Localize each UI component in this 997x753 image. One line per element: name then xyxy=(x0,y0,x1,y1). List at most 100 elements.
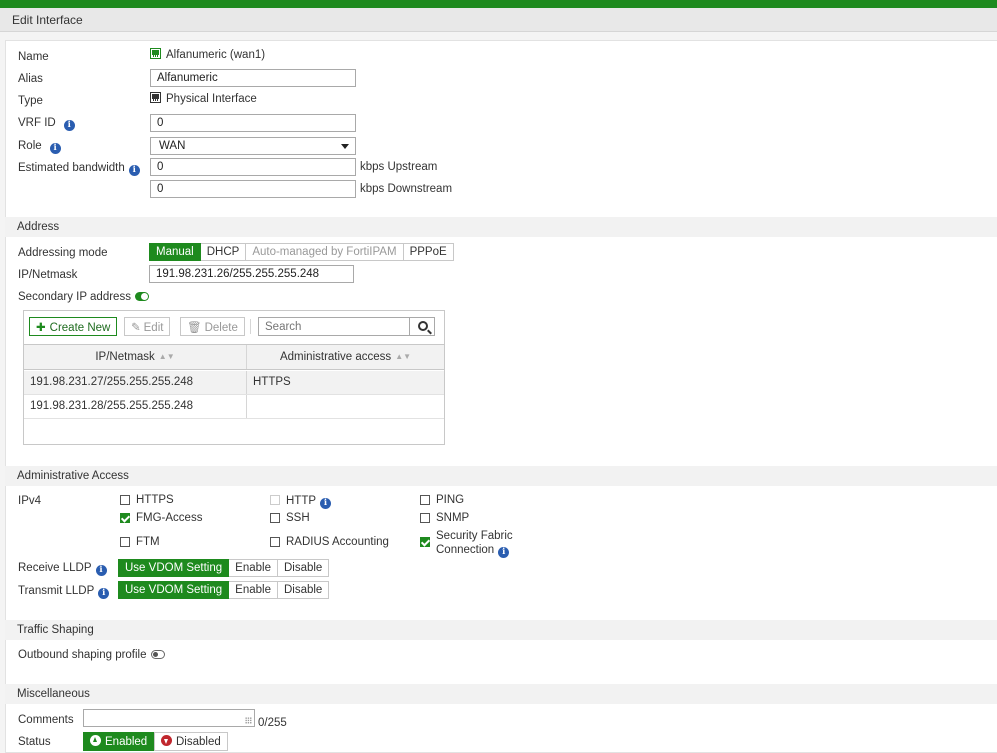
info-icon[interactable]: i xyxy=(63,120,75,131)
outbound-shaping-toggle[interactable] xyxy=(150,650,165,659)
sort-icon: ▲▼ xyxy=(158,352,175,361)
ftm-label: FTM xyxy=(136,536,160,548)
role-label-text: Role xyxy=(18,140,42,152)
transmit-lldp-selector: Use VDOM Setting Enable Disable xyxy=(118,581,330,599)
ftm-checkbox[interactable] xyxy=(120,537,130,547)
ping-checkbox[interactable] xyxy=(420,495,430,505)
top-accent-bar xyxy=(0,0,997,8)
info-icon[interactable]: i xyxy=(98,588,110,599)
addressing-mode-selector: Manual DHCP Auto-managed by FortiIPAM PP… xyxy=(149,243,454,261)
traffic-shaping-section-header: Traffic Shaping xyxy=(5,620,997,640)
ip-netmask-input[interactable] xyxy=(149,265,354,283)
secondary-ip-toggle[interactable] xyxy=(134,292,149,301)
status-disabled-label: Disabled xyxy=(176,736,221,748)
arrow-up-circle-icon xyxy=(90,735,101,746)
edit-button[interactable]: ✎ Edit xyxy=(124,317,171,336)
info-icon[interactable]: i xyxy=(498,547,510,558)
type-text: Physical Interface xyxy=(166,93,257,105)
mode-manual[interactable]: Manual xyxy=(149,243,201,261)
receive-lldp-vdom[interactable]: Use VDOM Setting xyxy=(118,559,230,577)
column-header-ip[interactable]: IP/Netmask ▲▼ xyxy=(24,345,246,369)
table-row[interactable]: 191.98.231.28/255.255.255.248 xyxy=(24,395,444,419)
alias-input[interactable] xyxy=(150,69,356,87)
bandwidth-label: Estimated bandwidth i xyxy=(18,162,140,176)
vrf-label: VRF ID i xyxy=(18,117,75,131)
column-header-access[interactable]: Administrative access ▲▼ xyxy=(247,345,444,369)
info-icon[interactable]: i xyxy=(95,565,107,576)
security-fabric-checkbox[interactable] xyxy=(420,537,430,547)
status-disabled-button[interactable]: Disabled xyxy=(154,732,228,751)
fmg-access-checkbox[interactable] xyxy=(120,513,130,523)
upstream-input[interactable] xyxy=(150,158,356,176)
bandwidth-label-text: Estimated bandwidth xyxy=(18,162,125,174)
row-access xyxy=(247,395,259,418)
row-ip: 191.98.231.27/255.255.255.248 xyxy=(30,376,194,388)
search-button[interactable] xyxy=(409,317,435,336)
chevron-down-icon xyxy=(341,144,349,149)
receive-lldp-enable[interactable]: Enable xyxy=(229,559,278,577)
name-label: Name xyxy=(18,51,49,63)
downstream-unit: kbps Downstream xyxy=(360,183,453,195)
name-value: Alfanumeric (wan1) xyxy=(150,48,265,61)
radius-accounting-checkbox[interactable] xyxy=(270,537,280,547)
ipv4-label: IPv4 xyxy=(18,495,42,507)
ssh-checkbox[interactable] xyxy=(270,513,280,523)
status-enabled-label: Enabled xyxy=(105,736,148,748)
delete-button[interactable]: 🗑 Delete xyxy=(180,317,245,336)
https-checkbox[interactable] xyxy=(120,495,130,505)
info-icon[interactable]: i xyxy=(128,165,140,176)
table-header: IP/Netmask ▲▼ Administrative access ▲▼ xyxy=(24,344,444,370)
role-label: Role i xyxy=(18,140,61,154)
http-checkbox[interactable] xyxy=(270,495,280,505)
ping-label: PING xyxy=(436,494,465,506)
receive-lldp-disable[interactable]: Disable xyxy=(277,559,330,577)
comments-label: Comments xyxy=(18,714,74,726)
snmp-label: SNMP xyxy=(436,512,470,524)
role-select[interactable]: WAN xyxy=(150,137,356,155)
secondary-ip-label-text: Secondary IP address xyxy=(18,291,131,303)
status-label: Status xyxy=(18,736,51,748)
transmit-lldp-label: Transmit LLDP i xyxy=(18,585,110,599)
create-new-label: Create New xyxy=(49,322,111,334)
admin-access-section-header: Administrative Access xyxy=(5,466,997,486)
comments-counter: 0/255 xyxy=(258,717,287,729)
plus-icon: ✚ xyxy=(36,322,46,334)
edit-label: Edit xyxy=(143,322,164,334)
transmit-lldp-vdom[interactable]: Use VDOM Setting xyxy=(118,581,230,599)
snmp-checkbox[interactable] xyxy=(420,513,430,523)
table-row[interactable]: 191.98.231.27/255.255.255.248 HTTPS xyxy=(24,371,444,395)
outbound-shaping-label: Outbound shaping profile xyxy=(18,649,165,661)
create-new-button[interactable]: ✚ Create New xyxy=(29,317,118,336)
security-fabric-line2: Connection xyxy=(436,544,495,556)
radius-accounting-label: RADIUS Accounting xyxy=(286,536,389,548)
alias-label: Alias xyxy=(18,73,43,85)
status-enabled-button[interactable]: Enabled xyxy=(83,732,155,751)
trash-icon: 🗑 xyxy=(187,322,202,334)
pencil-icon: ✎ xyxy=(131,322,141,334)
mode-pppoe[interactable]: PPPoE xyxy=(403,243,454,261)
http-label: HTTP i xyxy=(286,494,332,509)
resize-handle-icon[interactable] xyxy=(245,717,252,724)
toolbar-divider xyxy=(250,319,251,334)
secondary-ip-table: ✚Create New ✎Edit 🗑Delete IP/Netmask▲▼ A… xyxy=(23,310,445,445)
mode-fortiipam[interactable]: Auto-managed by FortiIPAM xyxy=(246,243,404,261)
info-icon[interactable]: i xyxy=(49,143,61,154)
transmit-lldp-label-text: Transmit LLDP xyxy=(18,585,95,597)
delete-label: Delete xyxy=(204,322,238,334)
ip-netmask-label: IP/Netmask xyxy=(18,269,78,281)
info-icon[interactable]: i xyxy=(320,498,332,509)
search-input[interactable] xyxy=(258,317,410,336)
name-text: Alfanumeric (wan1) xyxy=(166,49,266,61)
transmit-lldp-disable[interactable]: Disable xyxy=(277,581,330,599)
misc-section-header: Miscellaneous xyxy=(5,684,997,704)
upstream-unit: kbps Upstream xyxy=(360,161,438,173)
transmit-lldp-enable[interactable]: Enable xyxy=(229,581,278,599)
vrf-id-input[interactable] xyxy=(150,114,356,132)
receive-lldp-label: Receive LLDP i xyxy=(18,562,107,576)
type-value: Physical Interface xyxy=(150,92,257,105)
comments-textarea[interactable] xyxy=(83,709,255,727)
mode-dhcp[interactable]: DHCP xyxy=(200,243,247,261)
downstream-input[interactable] xyxy=(150,180,356,198)
outbound-shaping-label-text: Outbound shaping profile xyxy=(18,649,147,661)
column-header-access-text: Administrative access xyxy=(279,351,392,363)
